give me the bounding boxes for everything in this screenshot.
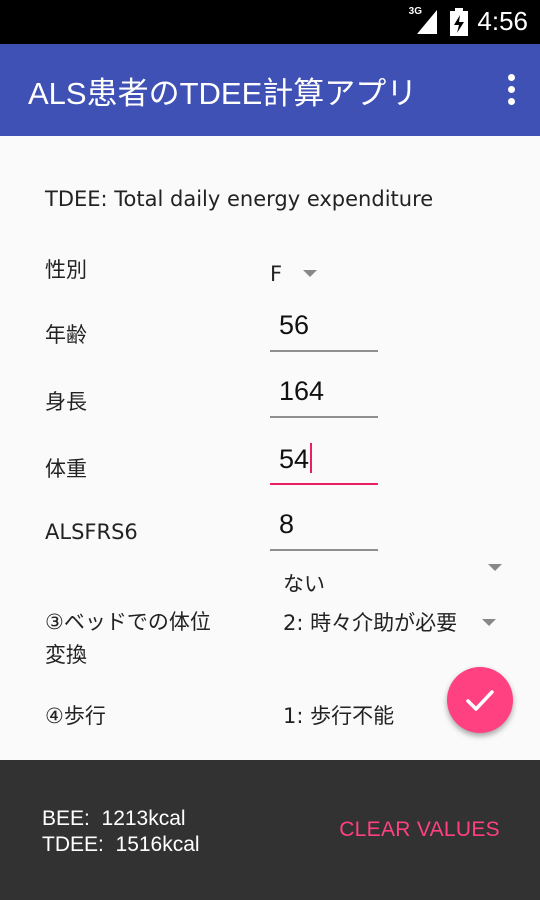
description-text: TDEE: Total daily energy expenditure [45,187,434,211]
dropdown-arrow-icon [488,564,502,571]
more-vert-icon[interactable] [506,74,516,106]
dropdown-arrow-icon [302,270,317,277]
weight-value-wrap: 54 [279,443,313,475]
bed-position-label-line1: ③ベッドでの体位 [45,610,211,634]
results-bar: BEE: 1213kcal TDEE: 1516kcal CLEAR VALUE… [0,760,540,900]
walking-label: ④歩行 [45,704,106,728]
weight-label: 体重 [45,457,87,481]
sex-value: F [270,262,283,286]
dropdown-arrow-icon [481,619,496,626]
bed-position-label: ③ベッドでの体位 変換 [45,606,211,669]
height-value: 164 [279,376,325,406]
bed-position-spinner[interactable]: 2: 時々介助が必要 [283,607,496,637]
weight-input[interactable]: 54 [270,439,378,485]
status-bar: 3G 4:56 [0,0,540,44]
bed-position-label-line2: 変換 [45,643,87,667]
age-input[interactable]: 56 [270,306,378,352]
tdee-result: TDEE: 1516kcal [42,833,200,856]
weight-value: 54 [279,444,310,474]
alsfrs6-label: ALSFRS6 [45,520,138,544]
bed-position-value: 2: 時々介助が必要 [283,611,458,635]
walking-value: 1: 歩行不能 [283,704,395,728]
age-value: 56 [279,310,310,340]
bee-result: BEE: 1213kcal [42,807,186,830]
text-cursor [310,443,313,473]
alsfrs6-value: 8 [279,509,295,539]
partial-option-text: ない [283,572,325,596]
sex-label: 性別 [45,258,87,282]
sex-spinner[interactable]: F [270,262,317,286]
alsfrs6-input[interactable]: 8 [270,505,378,551]
age-label: 年齢 [45,323,87,347]
signal-icon [417,10,437,34]
height-label: 身長 [45,390,87,414]
calculate-fab[interactable] [447,667,513,733]
height-input[interactable]: 164 [270,372,378,418]
form-content: TDEE: Total daily energy expenditure 性別 … [0,136,540,760]
check-icon [466,690,494,711]
app-title: ALS患者のTDEE計算アプリ [28,76,418,111]
clear-values-button[interactable]: CLEAR VALUES [339,818,500,842]
battery-icon [450,8,468,36]
walking-spinner[interactable]: 1: 歩行不能 [283,700,394,730]
app-bar: ALS患者のTDEE計算アプリ [0,44,540,136]
clock: 4:56 [477,6,528,36]
